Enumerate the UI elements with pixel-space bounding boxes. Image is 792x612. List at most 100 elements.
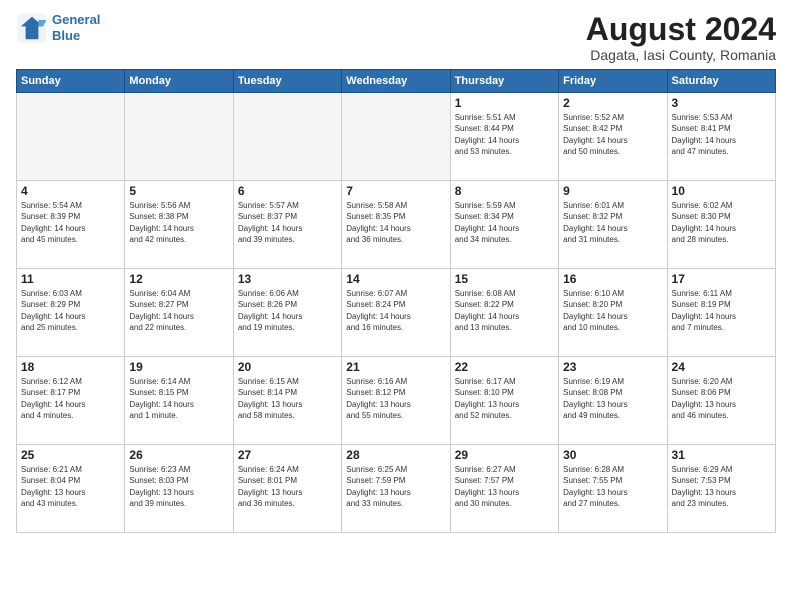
day-of-week-header: Thursday (450, 70, 558, 93)
day-number: 1 (455, 96, 554, 110)
day-info: Sunrise: 6:21 AM Sunset: 8:04 PM Dayligh… (21, 464, 120, 509)
calendar-cell: 15Sunrise: 6:08 AM Sunset: 8:22 PM Dayli… (450, 269, 558, 357)
day-number: 11 (21, 272, 120, 286)
title-block: August 2024 Dagata, Iasi County, Romania (586, 12, 776, 63)
calendar-cell: 14 Sunrise: 6:07 AM Sunset: 8:24 PM Dayli… (342, 269, 450, 357)
day-info: Sunrise: 6:27 AM Sunset: 7:57 PM Dayligh… (455, 464, 554, 509)
header: General Blue August 2024 Dagata, Iasi Co… (16, 12, 776, 63)
day-info: Sunrise: 6:06 AM Sunset: 8:26 PM Dayligh… (238, 288, 337, 333)
day-info: Sunrise: 5:51 AM Sunset: 8:44 PM Dayligh… (455, 112, 554, 157)
day-number: 14 (346, 272, 445, 286)
page: General Blue August 2024 Dagata, Iasi Co… (0, 0, 792, 612)
day-number: 7 (346, 184, 445, 198)
calendar-cell: 27 Sunrise: 6:24 AM Sunset: 8:01 PM Dayli… (233, 445, 341, 533)
calendar-header-row: SundayMondayTuesdayWednesdayThursdayFrid… (17, 70, 776, 93)
calendar-cell: 7 Sunrise: 5:58 AM Sunset: 8:35 PM Daylig… (342, 181, 450, 269)
calendar-cell: 25 Sunrise: 6:21 AM Sunset: 8:04 PM Dayli… (17, 445, 125, 533)
calendar-cell: 17 Sunrise: 6:11 AM Sunset: 8:19 PM Dayli… (667, 269, 775, 357)
calendar-cell: 20 Sunrise: 6:15 AM Sunset: 8:14 PM Dayli… (233, 357, 341, 445)
day-of-week-header: Tuesday (233, 70, 341, 93)
calendar-cell: 5 Sunrise: 5:56 AM Sunset: 8:38 PM Daylig… (125, 181, 233, 269)
logo: General Blue (16, 12, 100, 44)
calendar-cell: 13 Sunrise: 6:06 AM Sunset: 8:26 PM Dayli… (233, 269, 341, 357)
calendar-cell: 2 Sunrise: 5:52 AM Sunset: 8:42 PM Daylig… (559, 93, 667, 181)
calendar-cell (233, 93, 341, 181)
calendar-cell: 11 Sunrise: 6:03 AM Sunset: 8:29 PM Dayli… (17, 269, 125, 357)
day-info: Sunrise: 6:16 AM Sunset: 8:12 PM Dayligh… (346, 376, 445, 421)
calendar-cell: 8 Sunrise: 5:59 AM Sunset: 8:34 PM Daylig… (450, 181, 558, 269)
day-number: 25 (21, 448, 120, 462)
day-of-week-header: Friday (559, 70, 667, 93)
calendar-cell: 9Sunrise: 6:01 AM Sunset: 8:32 PM Daylig… (559, 181, 667, 269)
day-number: 24 (672, 360, 771, 374)
day-number: 19 (129, 360, 228, 374)
calendar-cell: 19Sunrise: 6:14 AM Sunset: 8:15 PM Dayli… (125, 357, 233, 445)
day-info: Sunrise: 6:03 AM Sunset: 8:29 PM Dayligh… (21, 288, 120, 333)
calendar-week-row: 25 Sunrise: 6:21 AM Sunset: 8:04 PM Dayli… (17, 445, 776, 533)
day-info: Sunrise: 5:54 AM Sunset: 8:39 PM Dayligh… (21, 200, 120, 245)
day-number: 18 (21, 360, 120, 374)
day-of-week-header: Saturday (667, 70, 775, 93)
day-number: 13 (238, 272, 337, 286)
day-number: 2 (563, 96, 662, 110)
day-info: Sunrise: 6:10 AM Sunset: 8:20 PM Dayligh… (563, 288, 662, 333)
day-info: Sunrise: 6:28 AM Sunset: 7:55 PM Dayligh… (563, 464, 662, 509)
subtitle: Dagata, Iasi County, Romania (586, 47, 776, 63)
day-of-week-header: Monday (125, 70, 233, 93)
day-info: Sunrise: 6:20 AM Sunset: 8:06 PM Dayligh… (672, 376, 771, 421)
day-number: 29 (455, 448, 554, 462)
day-number: 16 (563, 272, 662, 286)
day-number: 30 (563, 448, 662, 462)
day-of-week-header: Sunday (17, 70, 125, 93)
calendar-cell: 12 Sunrise: 6:04 AM Sunset: 8:27 PM Dayli… (125, 269, 233, 357)
calendar-cell: 31Sunrise: 6:29 AM Sunset: 7:53 PM Dayli… (667, 445, 775, 533)
calendar-cell: 23 Sunrise: 6:19 AM Sunset: 8:08 PM Dayli… (559, 357, 667, 445)
day-info: Sunrise: 5:52 AM Sunset: 8:42 PM Dayligh… (563, 112, 662, 157)
logo-icon (16, 12, 48, 44)
day-info: Sunrise: 5:59 AM Sunset: 8:34 PM Dayligh… (455, 200, 554, 245)
day-info: Sunrise: 6:29 AM Sunset: 7:53 PM Dayligh… (672, 464, 771, 509)
day-info: Sunrise: 5:56 AM Sunset: 8:38 PM Dayligh… (129, 200, 228, 245)
day-number: 23 (563, 360, 662, 374)
calendar-cell: 26 Sunrise: 6:23 AM Sunset: 8:03 PM Dayli… (125, 445, 233, 533)
day-number: 21 (346, 360, 445, 374)
day-number: 12 (129, 272, 228, 286)
day-number: 27 (238, 448, 337, 462)
day-info: Sunrise: 6:17 AM Sunset: 8:10 PM Dayligh… (455, 376, 554, 421)
day-info: Sunrise: 6:07 AM Sunset: 8:24 PM Dayligh… (346, 288, 445, 333)
day-number: 8 (455, 184, 554, 198)
calendar-cell: 6Sunrise: 5:57 AM Sunset: 8:37 PM Daylig… (233, 181, 341, 269)
day-info: Sunrise: 5:58 AM Sunset: 8:35 PM Dayligh… (346, 200, 445, 245)
calendar-cell: 1 Sunrise: 5:51 AM Sunset: 8:44 PM Daylig… (450, 93, 558, 181)
day-info: Sunrise: 6:11 AM Sunset: 8:19 PM Dayligh… (672, 288, 771, 333)
calendar-table: SundayMondayTuesdayWednesdayThursdayFrid… (16, 69, 776, 533)
calendar-cell: 28Sunrise: 6:25 AM Sunset: 7:59 PM Dayli… (342, 445, 450, 533)
day-info: Sunrise: 6:24 AM Sunset: 8:01 PM Dayligh… (238, 464, 337, 509)
day-info: Sunrise: 6:15 AM Sunset: 8:14 PM Dayligh… (238, 376, 337, 421)
day-info: Sunrise: 6:02 AM Sunset: 8:30 PM Dayligh… (672, 200, 771, 245)
calendar-cell: 10 Sunrise: 6:02 AM Sunset: 8:30 PM Dayli… (667, 181, 775, 269)
day-info: Sunrise: 6:08 AM Sunset: 8:22 PM Dayligh… (455, 288, 554, 333)
day-number: 5 (129, 184, 228, 198)
calendar-cell: 3 Sunrise: 5:53 AM Sunset: 8:41 PM Daylig… (667, 93, 775, 181)
calendar-cell: 29 Sunrise: 6:27 AM Sunset: 7:57 PM Dayli… (450, 445, 558, 533)
day-info: Sunrise: 6:19 AM Sunset: 8:08 PM Dayligh… (563, 376, 662, 421)
day-number: 28 (346, 448, 445, 462)
calendar-cell: 24 Sunrise: 6:20 AM Sunset: 8:06 PM Dayli… (667, 357, 775, 445)
calendar-cell: 16 Sunrise: 6:10 AM Sunset: 8:20 PM Dayli… (559, 269, 667, 357)
day-info: Sunrise: 6:04 AM Sunset: 8:27 PM Dayligh… (129, 288, 228, 333)
day-info: Sunrise: 5:53 AM Sunset: 8:41 PM Dayligh… (672, 112, 771, 157)
day-number: 20 (238, 360, 337, 374)
calendar-week-row: 4Sunrise: 5:54 AM Sunset: 8:39 PM Daylig… (17, 181, 776, 269)
day-number: 26 (129, 448, 228, 462)
day-info: Sunrise: 5:57 AM Sunset: 8:37 PM Dayligh… (238, 200, 337, 245)
calendar-week-row: 11 Sunrise: 6:03 AM Sunset: 8:29 PM Dayli… (17, 269, 776, 357)
day-info: Sunrise: 6:23 AM Sunset: 8:03 PM Dayligh… (129, 464, 228, 509)
day-number: 17 (672, 272, 771, 286)
day-number: 10 (672, 184, 771, 198)
calendar-week-row: 18Sunrise: 6:12 AM Sunset: 8:17 PM Dayli… (17, 357, 776, 445)
logo-text: General Blue (52, 12, 100, 43)
main-title: August 2024 (586, 12, 776, 47)
day-number: 3 (672, 96, 771, 110)
calendar-cell: 4Sunrise: 5:54 AM Sunset: 8:39 PM Daylig… (17, 181, 125, 269)
